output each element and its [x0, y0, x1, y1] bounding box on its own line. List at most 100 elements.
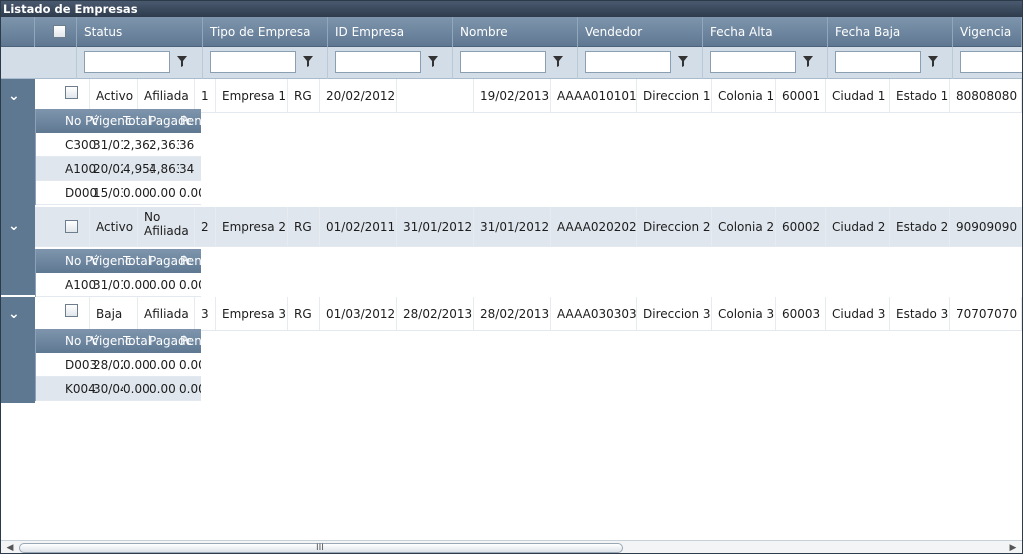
table-row[interactable]: Activo Afiliada 1 Empresa 1 RG 20/02/201… [35, 79, 1022, 113]
subgrid-row[interactable]: D00035 15/03/2013 0.00 0.00 0.00 [36, 181, 201, 205]
cell-sub-vigencia: 28/02/2013 [93, 358, 123, 372]
table-row[interactable]: Baja Afiliada 3 Empresa 3 RG 01/03/2012 … [35, 297, 1022, 331]
cell-vigencia: 31/01/2012 [474, 207, 551, 247]
filter-input-status[interactable] [84, 51, 170, 73]
filter-funnel-icon[interactable] [303, 56, 313, 67]
chevron-down-icon[interactable]: ⌄ [8, 307, 20, 321]
cell-cp: 60001 [776, 79, 826, 113]
column-header-status[interactable]: Status [77, 17, 203, 47]
filter-funnel-icon[interactable] [553, 56, 563, 67]
cell-nombre: Empresa 2 [216, 207, 288, 247]
cell-fecha-baja [397, 79, 474, 113]
subgrid-spacer [36, 109, 60, 133]
cell-estado: Estado 1 [890, 79, 950, 113]
filter-cell-status [77, 47, 203, 79]
cell-fecha-baja: 28/02/2013 [397, 297, 474, 331]
scroll-right-icon[interactable]: ▶ [1006, 541, 1020, 553]
cell-pagado: 0.00 [149, 186, 176, 200]
column-header-vendedor[interactable]: Vendedor [578, 17, 703, 47]
cell-pagado: 0.00 [149, 358, 176, 372]
cell-sub-vigencia: 20/02/2013 [93, 162, 123, 176]
filter-cell-fecha-baja [828, 47, 953, 79]
row-checkbox[interactable] [65, 304, 78, 317]
subgrid-row[interactable]: C30021 31/01/2013 2,363.50 2,363.00 36 [36, 133, 201, 157]
cell-vigencia: 28/02/2013 [474, 297, 551, 331]
subgrid-row[interactable]: K00434 30/04/2013 0.00 0.00 0.00 [36, 377, 201, 401]
filter-funnel-icon[interactable] [177, 56, 187, 67]
row-checkbox[interactable] [65, 220, 78, 233]
filter-input-nombre[interactable] [460, 51, 546, 73]
filter-funnel-icon[interactable] [928, 56, 938, 67]
table-row[interactable]: Activo No Afiliada 2 Empresa 2 RG 01/02/… [35, 207, 1022, 247]
filter-input-fecha-baja[interactable] [835, 51, 921, 73]
subgrid-col-pendiente[interactable]: Pen [180, 249, 201, 273]
row-checkbox[interactable] [65, 86, 78, 99]
cell-vigencia: 19/02/2013 [474, 79, 551, 113]
cell-pagado: 2,363.00 [149, 138, 179, 152]
cell-estado: Estado 2 [890, 207, 950, 247]
filter-funnel-icon[interactable] [428, 56, 438, 67]
scroll-left-icon[interactable]: ◀ [3, 541, 17, 553]
cell-rfc: AAAA030303 [551, 297, 637, 331]
chevron-down-icon[interactable]: ⌄ [8, 89, 20, 103]
cell-direccion: Direccion 1 [637, 79, 712, 113]
cell-afiliacion: Afiliada [138, 297, 195, 331]
cell-nombre: Empresa 1 [216, 79, 288, 113]
filter-funnel-icon[interactable] [678, 56, 688, 67]
column-header-tipo-empresa[interactable]: Tipo de Empresa [203, 17, 328, 47]
subgrid-row[interactable]: A10002 20/02/2013 4,953.00 4,863.00 34 [36, 157, 201, 181]
cell-pendiente: 34 [179, 162, 195, 176]
cell-sub-vigencia: 31/01/2012 [93, 278, 123, 292]
cell-pendiente: 0.00 [179, 358, 201, 372]
cell-id: 2 [195, 207, 216, 247]
filter-input-id-empresa[interactable] [335, 51, 421, 73]
cell-pendiente: 0.00 [179, 278, 201, 292]
horizontal-scrollbar[interactable]: ◀ III ▶ [1, 540, 1022, 553]
column-header-fecha-baja[interactable]: Fecha Baja [828, 17, 953, 47]
filter-input-fecha-alta[interactable] [710, 51, 796, 73]
cell-direccion: Direccion 3 [637, 297, 712, 331]
filter-input-vigencia[interactable] [960, 51, 1022, 73]
cell-rfc: AAAA020202 [551, 207, 637, 247]
cell-telefono: 80808080 [950, 79, 1022, 113]
cell-pagado: 0.00 [149, 382, 176, 396]
subgrid-header: No Póliza Vigencia Total Pagado Pen [36, 109, 201, 133]
grid-body: ⌄ Activo Afiliada 1 Empresa 1 RG 20/02/2… [1, 79, 1022, 541]
subgrid-row[interactable]: A10003 31/01/2012 0.00 0.00 0.00 [36, 273, 201, 297]
row-select-cell [35, 207, 90, 247]
chevron-down-icon[interactable]: ⌄ [8, 219, 20, 233]
cell-pendiente: 0.00 [179, 186, 201, 200]
cell-status: Activo [90, 79, 138, 113]
policy-subgrid: No Póliza Vigencia Total Pagado Pen A100… [35, 249, 201, 297]
filter-cell-nombre [453, 47, 578, 79]
filter-input-tipo-empresa[interactable] [210, 51, 296, 73]
scrollbar-thumb[interactable]: III [19, 543, 623, 553]
row-select-cell [35, 79, 90, 113]
column-header-fecha-alta[interactable]: Fecha Alta [703, 17, 828, 47]
cell-sub-vigencia: 31/01/2013 [93, 138, 123, 152]
cell-sub-vigencia: 30/04/2013 [93, 382, 123, 396]
cell-fecha-baja: 31/01/2012 [397, 207, 474, 247]
column-header-nombre[interactable]: Nombre [453, 17, 578, 47]
cell-colonia: Colonia 2 [712, 207, 776, 247]
cell-colonia: Colonia 1 [712, 79, 776, 113]
cell-telefono: 70707070 [950, 297, 1022, 331]
cell-ciudad: Ciudad 3 [826, 297, 890, 331]
filter-funnel-icon[interactable] [803, 56, 813, 67]
header-select-cell [35, 17, 77, 47]
select-all-checkbox[interactable] [53, 25, 66, 38]
subgrid-header: No Póliza Vigencia Total Pagado Pen [36, 249, 201, 273]
policy-subgrid: No Póliza Vigencia Total Pagado Pen D003… [35, 329, 201, 401]
filter-cell-tipo-empresa [203, 47, 328, 79]
subgrid-row[interactable]: D00378 28/02/2013 0.00 0.00 0.00 [36, 353, 201, 377]
subgrid-col-pendiente[interactable]: Pen [180, 109, 201, 133]
cell-direccion: Direccion 2 [637, 207, 712, 247]
companies-window: Listado de Empresas Status Tipo de Empre… [0, 0, 1023, 554]
cell-afiliacion: No Afiliada [138, 207, 195, 247]
column-header-id-empresa[interactable]: ID Empresa [328, 17, 453, 47]
filter-input-vendedor[interactable] [585, 51, 671, 73]
cell-colonia: Colonia 3 [712, 297, 776, 331]
column-header-vigencia[interactable]: Vigencia [953, 17, 1022, 47]
cell-id: 3 [195, 297, 216, 331]
subgrid-col-pendiente[interactable]: Pen [180, 329, 201, 353]
